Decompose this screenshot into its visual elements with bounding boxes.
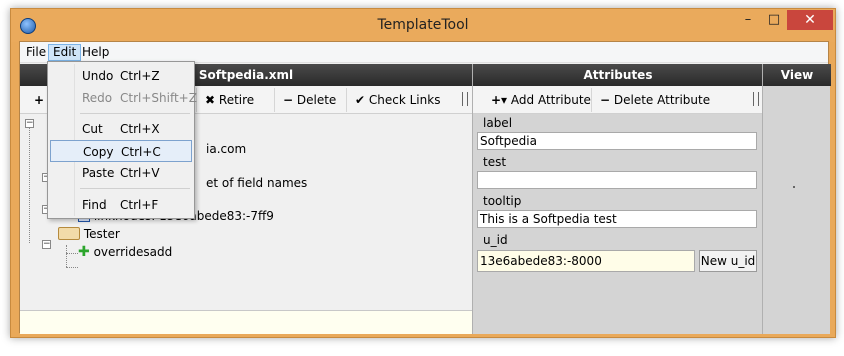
- menu-item-undo[interactable]: Undo Ctrl+Z: [50, 65, 192, 87]
- tree-guide-line: [66, 253, 78, 254]
- tree-status-bar: [20, 310, 472, 334]
- title-bar[interactable]: TemplateTool – □ ✕: [11, 9, 835, 42]
- field-label-test: test: [483, 155, 507, 169]
- expander-root[interactable]: −: [25, 119, 34, 128]
- field-label-tooltip: tooltip: [483, 194, 522, 208]
- menu-item-copy[interactable]: Copy Ctrl+C: [50, 140, 192, 162]
- new-uid-button[interactable]: New u_id: [699, 250, 757, 272]
- add-node-button[interactable]: +: [34, 88, 44, 112]
- tooltip-field[interactable]: This is a Softpedia test: [477, 210, 757, 228]
- tree-guide-line: [29, 119, 30, 243]
- minus-icon: −: [600, 93, 611, 107]
- tree-node-tester[interactable]: Tester: [58, 227, 120, 241]
- menu-file[interactable]: File: [22, 44, 50, 61]
- minus-icon: −: [283, 93, 294, 107]
- menu-separator: [80, 113, 190, 114]
- attributes-toolbar: +▾ Add Attribute − Delete Attribute: [473, 86, 763, 114]
- green-plus-icon: ✚: [78, 244, 90, 260]
- tree-guide-line: [66, 267, 78, 268]
- minimize-button[interactable]: –: [735, 10, 761, 30]
- x-cross-icon: ✖: [205, 93, 216, 107]
- menu-item-find[interactable]: Find Ctrl+F: [50, 194, 192, 216]
- add-attribute-label: Add Attribute: [510, 93, 591, 107]
- view-placeholder: [793, 186, 795, 188]
- menu-item-cut[interactable]: Cut Ctrl+X: [50, 118, 192, 140]
- add-attribute-button[interactable]: +▾ Add Attribute: [483, 88, 591, 112]
- toolbar-grip[interactable]: [462, 92, 468, 106]
- menu-help[interactable]: Help: [78, 44, 113, 61]
- field-label-uid: u_id: [483, 233, 508, 247]
- menu-separator: [80, 188, 190, 189]
- tree-node-overridesadd[interactable]: ✚ overridesadd: [78, 244, 172, 260]
- tree-node[interactable]: et of field names: [206, 176, 307, 190]
- field-label-label: label: [483, 116, 513, 130]
- delete-attribute-label: Delete Attribute: [613, 93, 711, 107]
- close-button[interactable]: ✕: [787, 10, 833, 30]
- menu-item-redo[interactable]: Redo Ctrl+Shift+Z: [50, 87, 197, 109]
- maximize-button[interactable]: □: [761, 10, 787, 30]
- retire-button[interactable]: ✖ Retire: [196, 88, 274, 112]
- book-icon: [58, 227, 80, 240]
- delete-button[interactable]: − Delete: [274, 88, 346, 112]
- delete-label: Delete: [296, 93, 337, 107]
- expander-tester[interactable]: −: [42, 240, 51, 249]
- tree-node[interactable]: ia.com: [206, 142, 246, 156]
- test-field[interactable]: [477, 171, 757, 189]
- retire-label: Retire: [218, 93, 255, 107]
- attributes-pane-header: Attributes: [473, 64, 763, 86]
- toolbar-grip[interactable]: [753, 92, 759, 106]
- menu-bar: File Edit Help: [20, 42, 828, 63]
- menu-item-paste[interactable]: Paste Ctrl+V: [50, 162, 192, 184]
- menu-edit[interactable]: Edit: [48, 44, 82, 61]
- window-title: TemplateTool: [377, 17, 469, 33]
- view-pane-header: View: [763, 64, 831, 86]
- tree-guide-line: [66, 245, 67, 267]
- view-pane: View: [762, 64, 831, 334]
- check-links-label: Check Links: [368, 93, 441, 107]
- uid-field[interactable]: 13e6abede83:-8000: [477, 250, 695, 272]
- attributes-pane: Attributes +▾ Add Attribute − Delete Att…: [472, 64, 763, 334]
- checkmark-icon: ✔: [355, 93, 366, 107]
- plus-dropdown-icon: +▾: [491, 93, 508, 107]
- check-links-button[interactable]: ✔ Check Links: [346, 88, 460, 112]
- edit-dropdown-menu: Undo Ctrl+Z Redo Ctrl+Shift+Z Cut Ctrl+X…: [47, 61, 197, 219]
- delete-attribute-button[interactable]: − Delete Attribute: [591, 88, 751, 112]
- label-field[interactable]: Softpedia: [477, 132, 757, 150]
